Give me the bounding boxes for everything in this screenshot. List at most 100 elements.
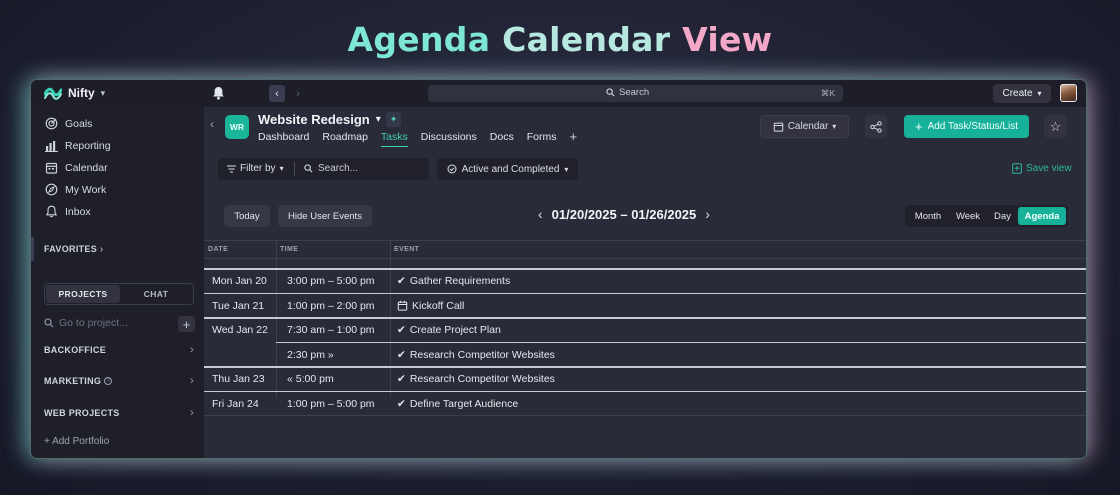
add-portfolio-link[interactable]: + Add Portfolio [44, 436, 109, 447]
tab-chat[interactable]: CHAT [119, 285, 193, 303]
row-time: 3:00 pm – 5:00 pm [287, 275, 375, 287]
sidebar-tabs: PROJECTS CHAT [44, 283, 194, 305]
row-date: Mon Jan 20 [212, 275, 267, 287]
calendar-view-toggle: Month Week Day Agenda [905, 205, 1068, 227]
sidebar-item-my-work[interactable]: My Work [45, 183, 106, 196]
calendar-icon [45, 162, 58, 174]
create-label: Create [1002, 88, 1033, 99]
row-event: Research Competitor Websites [409, 348, 555, 361]
share-button[interactable] [865, 115, 887, 138]
view-agenda[interactable]: Agenda [1018, 207, 1066, 225]
add-task-button[interactable]: + Add Task/Status/List [904, 115, 1029, 138]
main-panel: ‹ WR Website Redesign ▾ ✦ Dashboard Road… [204, 107, 1086, 458]
forward-button[interactable]: › [290, 85, 306, 102]
favorite-star-button[interactable]: ☆ [1044, 115, 1067, 138]
project-tabs: Dashboard Roadmap Tasks Discussions Docs… [258, 130, 577, 147]
chevron-left-icon[interactable]: ‹ [538, 206, 543, 222]
filter-icon [227, 165, 236, 172]
row-time: 1:00 pm – 5:00 pm [287, 397, 375, 410]
check-circle-icon [447, 164, 457, 174]
sidebar-item-reporting[interactable]: Reporting [45, 139, 111, 152]
project-badge: WR [225, 115, 249, 139]
workspace-switcher[interactable]: Nifty ▾ [44, 85, 105, 101]
sidebar-item-inbox[interactable]: Inbox [45, 205, 91, 218]
chevron-right-icon: › [99, 244, 104, 255]
group-label: BACKOFFICE [44, 345, 106, 355]
hero-word-calendar: Calendar [502, 20, 671, 59]
hero-word-view: View [682, 20, 773, 59]
row-event: Create Project Plan [409, 324, 501, 336]
tab-tasks[interactable]: Tasks [380, 131, 408, 147]
sidebar: Goals Reporting Calendar My Work Inbox F… [31, 107, 204, 458]
search-icon [606, 88, 615, 97]
nifty-logo-icon [44, 87, 62, 100]
today-button[interactable]: Today [224, 205, 270, 227]
goals-icon [45, 117, 58, 130]
table-row[interactable]: Wed Jan 22 7:30 am – 1:00 pm ✔ Create Pro… [204, 318, 1086, 343]
row-time: 7:30 am – 1:00 pm [287, 324, 375, 336]
table-row[interactable]: Tue Jan 21 1:00 pm – 2:00 pm Kickoff Cal… [204, 294, 1086, 319]
calendar-icon [773, 122, 783, 132]
table-row[interactable]: Fri Jan 24 1:00 pm – 5:00 pm ✔ Define Tar… [204, 392, 1086, 417]
view-month[interactable]: Month [907, 207, 949, 225]
chevron-right-icon: › [190, 407, 194, 419]
table-row[interactable]: Thu Jan 23 « 5:00 pm ✔ Research Competito… [204, 367, 1086, 392]
star-icon: ☆ [1049, 118, 1062, 134]
go-to-project-input[interactable]: Go to project... [44, 317, 128, 329]
date-navigator: ‹ 01/20/2025 – 01/26/2025 › [538, 206, 710, 222]
table-row[interactable]: 2:30 pm » ✔ Research Competitor Websites [204, 343, 1086, 368]
chevron-right-icon[interactable]: › [705, 206, 710, 222]
notifications-bell-icon[interactable] [212, 86, 225, 100]
check-icon: ✔ [397, 397, 406, 410]
back-button[interactable]: ‹ [269, 85, 285, 102]
project-name: Website Redesign [258, 112, 370, 127]
status-filter-select[interactable]: Active and Completed ▾ [437, 158, 578, 180]
project-title[interactable]: Website Redesign ▾ [258, 112, 381, 127]
sidebar-item-goals[interactable]: Goals [45, 117, 92, 130]
tab-docs[interactable]: Docs [490, 131, 514, 147]
tab-projects[interactable]: PROJECTS [46, 285, 120, 303]
group-web-projects[interactable]: WEB PROJECTS › [44, 407, 194, 419]
task-search-input[interactable]: Search... [304, 163, 358, 174]
create-button[interactable]: Create ▾ [993, 84, 1051, 103]
group-marketing[interactable]: MARKETING ? › [44, 375, 194, 387]
chevron-right-icon: › [190, 344, 194, 356]
view-switcher-button[interactable]: Calendar ▾ [760, 115, 849, 138]
filter-by-button[interactable]: Filter by ▾ [227, 163, 284, 174]
chevron-down-icon: ▾ [279, 164, 284, 173]
hide-user-events-button[interactable]: Hide User Events [278, 205, 372, 227]
filter-by-label: Filter by [240, 163, 276, 174]
ai-sparkle-icon[interactable]: ✦ [386, 112, 401, 127]
table-row[interactable]: Mon Jan 20 3:00 pm – 5:00 pm ✔ Gather Req… [204, 269, 1086, 294]
tab-discussions[interactable]: Discussions [421, 131, 477, 147]
global-search[interactable]: Search ⌘K [428, 85, 843, 102]
sidebar-item-calendar[interactable]: Calendar [45, 161, 108, 174]
tab-roadmap[interactable]: Roadmap [322, 131, 368, 147]
header-event: EVENT [394, 246, 420, 253]
user-avatar[interactable] [1060, 84, 1077, 102]
group-label: WEB PROJECTS [44, 408, 120, 418]
collapse-sidebar-button[interactable]: ‹ [204, 117, 220, 131]
date-range-label: 01/20/2025 – 01/26/2025 [551, 206, 697, 222]
view-week[interactable]: Week [949, 207, 987, 225]
bell-icon [45, 205, 58, 218]
favorites-indicator [31, 237, 34, 261]
header-time: TIME [280, 246, 299, 253]
row-date: Wed Jan 22 [212, 324, 268, 336]
group-backoffice[interactable]: BACKOFFICE › [44, 344, 194, 356]
share-icon [870, 120, 882, 133]
table-header: DATE TIME EVENT [204, 240, 1086, 259]
chevron-down-icon: ▾ [564, 164, 569, 174]
view-label: Calendar [787, 121, 829, 132]
view-day[interactable]: Day [987, 207, 1018, 225]
save-view-button[interactable]: Save view [1012, 163, 1072, 174]
add-tab-icon[interactable]: + [569, 130, 577, 147]
tab-dashboard[interactable]: Dashboard [258, 131, 309, 147]
plus-icon: + [914, 118, 923, 134]
add-project-button[interactable]: + [178, 316, 195, 332]
top-bar: Nifty ▾ ‹ › Search ⌘K Create ▾ [31, 80, 1086, 107]
row-date: Thu Jan 23 [212, 373, 265, 385]
tab-forms[interactable]: Forms [527, 131, 557, 147]
save-view-label: Save view [1026, 163, 1072, 174]
favorites-section[interactable]: FAVORITES › [31, 237, 204, 261]
